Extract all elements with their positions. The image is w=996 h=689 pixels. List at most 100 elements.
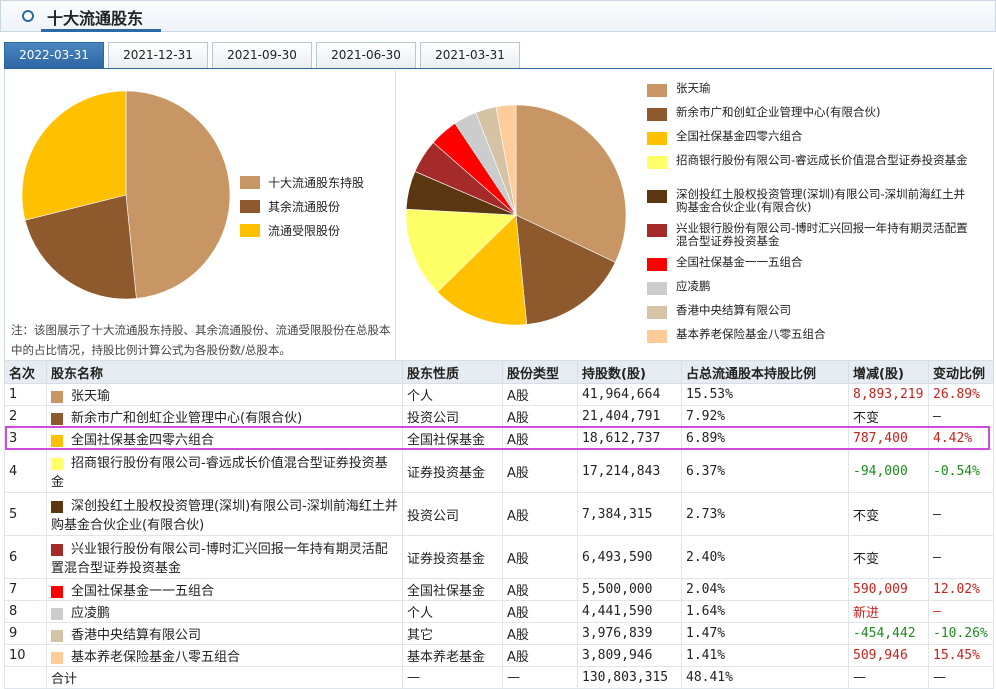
share-type-cell: A股 xyxy=(502,405,578,428)
legend-swatch xyxy=(647,282,667,295)
table-row[interactable]: 2 新余市广和创虹企业管理中心(有限合伙) 投资公司 A股 21,404,791 7.92… xyxy=(4,405,994,428)
table-row[interactable]: 8 应凌鹏 个人 A股 4,441,590 1.64% 新进 — xyxy=(4,600,994,623)
table-row[interactable]: 5 深创投红土股权投资管理(深圳)有限公司-深圳前海红土并购基金合伙企业(有限合伙… xyxy=(4,492,994,536)
table-row[interactable]: 6 兴业银行股份有限公司-博时汇兴回报一年持有期灵活配置混合型证券投资基金 证券投资… xyxy=(4,535,994,579)
holder-name: 全国社保基金四零六组合 xyxy=(71,433,215,448)
color-swatch xyxy=(51,585,63,598)
change-cell: -94,000 xyxy=(848,449,929,493)
legend-swatch xyxy=(240,176,260,189)
holder-name: 应凌鹏 xyxy=(71,606,111,621)
holder-name-cell[interactable]: 香港中央结算有限公司 xyxy=(46,622,403,645)
share-structure-slice-0 xyxy=(125,90,231,299)
share-type-cell: A股 xyxy=(502,644,578,667)
rank-cell xyxy=(4,666,47,689)
col-rank: 名次 xyxy=(4,360,47,384)
rank-cell: 5 xyxy=(4,492,47,536)
ratio-cell: 6.89% xyxy=(681,427,849,450)
col-holder-nature: 股东性质 xyxy=(402,360,503,384)
legend-item: 深创投红土股权投资管理(深圳)有限公司-深圳前海红土并购基金合伙企业(有限合伙) xyxy=(647,188,987,222)
holder-name-cell[interactable]: 全国社保基金四零六组合 xyxy=(46,427,403,450)
holder-name: 深创投红土股权投资管理(深圳)有限公司-深圳前海红土并购基金合伙企业(有限合伙) xyxy=(51,499,398,533)
change-ratio-cell: — xyxy=(928,492,994,536)
legend-swatch xyxy=(647,224,667,237)
table-row[interactable]: 4 招商银行股份有限公司-睿远成长价值混合型证券投资基金 证券投资基金 A股 17,21… xyxy=(4,449,994,493)
legend-swatch xyxy=(647,108,667,121)
legend-label: 兴业银行股份有限公司-博时汇兴回报一年持有期灵活配置混合型证券投资基金 xyxy=(676,221,968,248)
table-row[interactable]: 1 张天瑜 个人 A股 41,964,664 15.53% 8,893,219 26.89% xyxy=(4,383,994,406)
table-row[interactable]: 7 全国社保基金一一五组合 全国社保基金 A股 5,500,000 2.04% 590,00… xyxy=(4,578,994,601)
legend-label: 其余流通股份 xyxy=(268,200,341,214)
legend-label: 新余市广和创虹企业管理中心(有限合伙) xyxy=(676,105,881,119)
ratio-cell: 2.73% xyxy=(681,492,849,536)
tab-2021-12-31[interactable]: 2021-12-31 xyxy=(108,42,208,68)
legend-item: 招商银行股份有限公司-睿远成长价值混合型证券投资基金 xyxy=(647,154,987,188)
legend-label: 香港中央结算有限公司 xyxy=(676,303,791,317)
rank-cell: 6 xyxy=(4,535,47,579)
legend-swatch xyxy=(647,258,667,271)
top10-holders-legend: 张天瑜 新余市广和创虹企业管理中心(有限合伙) 全国社保基金四零六组合 招商银行… xyxy=(647,82,987,352)
holder-name-cell[interactable]: 兴业银行股份有限公司-博时汇兴回报一年持有期灵活配置混合型证券投资基金 xyxy=(46,535,403,579)
shares-cell: 41,964,664 xyxy=(577,383,682,406)
legend-swatch xyxy=(240,200,260,213)
holder-name-cell[interactable]: 新余市广和创虹企业管理中心(有限合伙) xyxy=(46,405,403,428)
share-type-cell: A股 xyxy=(502,622,578,645)
ratio-cell: 2.40% xyxy=(681,535,849,579)
shares-cell: 21,404,791 xyxy=(577,405,682,428)
change-cell: 590,009 xyxy=(848,578,929,601)
col-change-ratio: 变动比例 xyxy=(928,360,994,384)
legend-label: 全国社保基金一一五组合 xyxy=(676,255,803,269)
holder-name: 香港中央结算有限公司 xyxy=(71,628,202,643)
holder-nature-cell: 全国社保基金 xyxy=(402,578,503,601)
shares-cell: 3,809,946 xyxy=(577,644,682,667)
holder-name-cell[interactable]: 招商银行股份有限公司-睿远成长价值混合型证券投资基金 xyxy=(46,449,403,493)
legend-item: 全国社保基金一一五组合 xyxy=(647,256,987,280)
ratio-cell: 2.04% xyxy=(681,578,849,601)
legend-label: 深创投红土股权投资管理(深圳)有限公司-深圳前海红土并购基金合伙企业(有限合伙) xyxy=(676,187,966,214)
col-ratio: 占总流通股本持股比例 xyxy=(681,360,849,384)
rank-cell: 2 xyxy=(4,405,47,428)
change-cell: 新进 xyxy=(848,600,929,623)
change-cell: 不变 xyxy=(848,492,929,536)
table-row[interactable]: 10 基本养老保险基金八零五组合 基本养老基金 A股 3,809,946 1.41% 509… xyxy=(4,644,994,667)
change-ratio-cell: 26.89% xyxy=(928,383,994,406)
change-ratio-cell: 12.02% xyxy=(928,578,994,601)
holder-nature-cell: 其它 xyxy=(402,622,503,645)
holder-nature-cell: 个人 xyxy=(402,383,503,406)
holder-name-cell[interactable]: 全国社保基金一一五组合 xyxy=(46,578,403,601)
total-type: — xyxy=(502,666,578,689)
shares-cell: 4,441,590 xyxy=(577,600,682,623)
legend-item: 基本养老保险基金八零五组合 xyxy=(647,328,987,352)
holder-name: 基本养老保险基金八零五组合 xyxy=(71,650,241,665)
circle-bullet-icon xyxy=(22,10,34,22)
share-structure-pie xyxy=(21,90,231,300)
holder-name-cell[interactable]: 张天瑜 xyxy=(46,383,403,406)
color-swatch xyxy=(51,651,63,664)
holder-name-cell[interactable]: 基本养老保险基金八零五组合 xyxy=(46,644,403,667)
legend-label: 张天瑜 xyxy=(676,81,711,95)
table-row[interactable]: 9 香港中央结算有限公司 其它 A股 3,976,839 1.47% -454,442 -10… xyxy=(4,622,994,645)
holder-name: 全国社保基金一一五组合 xyxy=(71,584,215,599)
change-cell: 8,893,219 xyxy=(848,383,929,406)
color-swatch xyxy=(51,607,63,620)
legend-item: 香港中央结算有限公司 xyxy=(647,304,987,328)
tab-2021-06-30[interactable]: 2021-06-30 xyxy=(316,42,416,68)
rank-cell: 7 xyxy=(4,578,47,601)
legend-label: 全国社保基金四零六组合 xyxy=(676,129,803,143)
color-swatch xyxy=(51,390,63,403)
color-swatch xyxy=(51,543,63,556)
total-change-ratio: — xyxy=(928,666,994,689)
tab-2021-09-30[interactable]: 2021-09-30 xyxy=(212,42,312,68)
legend-swatch xyxy=(647,156,667,169)
holder-nature-cell: 投资公司 xyxy=(402,492,503,536)
holder-name-cell[interactable]: 深创投红土股权投资管理(深圳)有限公司-深圳前海红土并购基金合伙企业(有限合伙) xyxy=(46,492,403,536)
holder-name-cell[interactable]: 应凌鹏 xyxy=(46,600,403,623)
legend-swatch xyxy=(647,84,667,97)
tab-2021-03-31[interactable]: 2021-03-31 xyxy=(420,42,520,68)
rank-cell: 1 xyxy=(4,383,47,406)
change-cell: 不变 xyxy=(848,405,929,428)
legend-swatch xyxy=(647,330,667,343)
tab-2022-03-31[interactable]: 2022-03-31 xyxy=(4,42,104,68)
table-row[interactable]: 3 全国社保基金四零六组合 全国社保基金 A股 18,612,737 6.89% 787,4… xyxy=(4,427,994,450)
col-change: 增减(股) xyxy=(848,360,929,384)
change-cell: -454,442 xyxy=(848,622,929,645)
